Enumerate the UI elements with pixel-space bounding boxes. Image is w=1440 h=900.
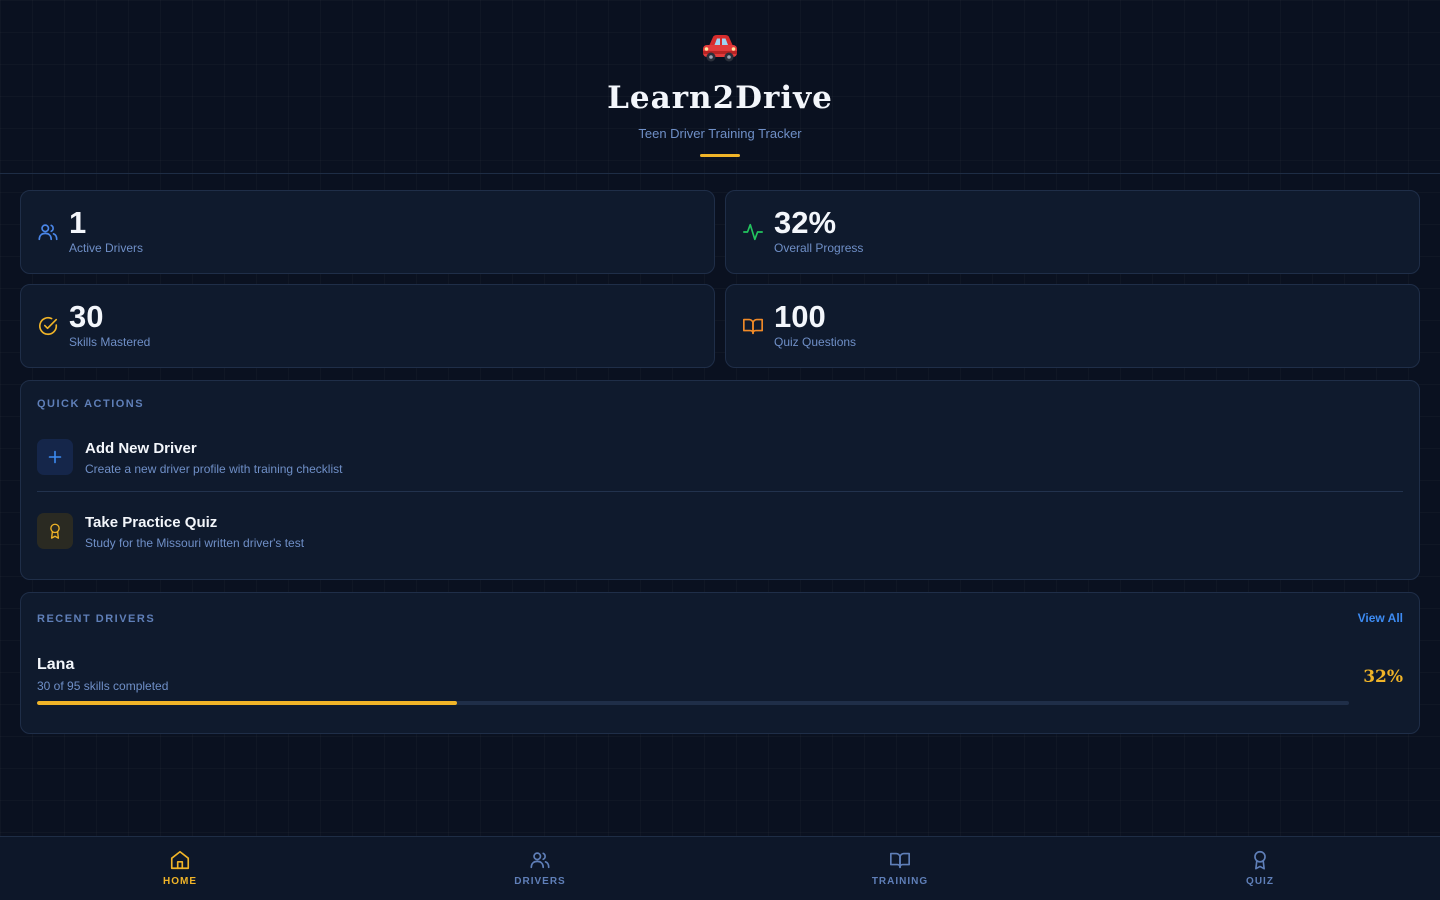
quick-actions-card: QUICK ACTIONS Add New Driver Create a ne… (20, 380, 1420, 580)
award-icon (1254, 850, 1266, 870)
stat-card-overall-progress: 32% Overall Progress (725, 190, 1420, 274)
driver-name: Lana (37, 656, 75, 673)
stat-value: 32% (774, 205, 837, 240)
divider (37, 491, 1403, 492)
nav-label: TRAINING (871, 876, 929, 887)
award-icon (50, 523, 60, 539)
nav-quiz[interactable]: QUIZ (1080, 837, 1440, 900)
driver-progress-bar (37, 701, 1349, 705)
nav-label: DRIVERS (514, 876, 566, 887)
car-icon (703, 35, 737, 62)
view-all-link[interactable]: View All (1358, 611, 1403, 625)
nav-training[interactable]: TRAINING (720, 837, 1080, 900)
app-title: Learn2Drive (607, 80, 833, 116)
home-icon (170, 850, 190, 870)
users-icon (38, 224, 58, 241)
take-practice-quiz-button[interactable]: Take Practice Quiz Study for the Missour… (37, 513, 1403, 569)
book-open-icon (890, 852, 910, 869)
bottom-nav: HOME DRIVERS TRAINING QUIZ (0, 836, 1440, 900)
nav-home[interactable]: HOME (0, 837, 360, 900)
stat-card-active-drivers: 1 Active Drivers (20, 190, 715, 274)
section-title: QUICK ACTIONS (37, 398, 145, 410)
action-title: Take Practice Quiz (85, 514, 218, 531)
stat-value: 30 (69, 299, 104, 334)
action-description: Study for the Missouri written driver's … (85, 536, 305, 550)
app-subtitle: Teen Driver Training Tracker (638, 126, 802, 141)
driver-progress-percent: 32% (1363, 667, 1403, 687)
title-underline (700, 154, 740, 157)
action-title: Add New Driver (85, 440, 197, 457)
stat-label: Quiz Questions (774, 335, 857, 349)
activity-icon (743, 223, 763, 241)
plus-icon (48, 450, 62, 464)
stat-label: Skills Mastered (69, 335, 151, 349)
book-open-icon (743, 318, 763, 335)
app-header: Learn2Drive Teen Driver Training Tracker (0, 0, 1440, 174)
recent-drivers-card: RECENT DRIVERS View All Lana 30 of 95 sk… (20, 592, 1420, 734)
section-title: RECENT DRIVERS (37, 613, 156, 625)
nav-label: HOME (163, 876, 197, 887)
action-icon-box (37, 513, 73, 549)
nav-drivers[interactable]: DRIVERS (360, 837, 720, 900)
users-icon (530, 852, 550, 869)
add-new-driver-button[interactable]: Add New Driver Create a new driver profi… (37, 439, 1403, 495)
action-description: Create a new driver profile with trainin… (85, 462, 343, 476)
nav-label: QUIZ (1246, 876, 1274, 887)
stat-value: 1 (69, 205, 87, 240)
stat-label: Active Drivers (69, 241, 144, 255)
driver-skill-count: 30 of 95 skills completed (37, 679, 169, 693)
stat-value: 100 (774, 299, 826, 334)
driver-progress-fill (37, 701, 457, 705)
stat-card-skills-mastered: 30 Skills Mastered (20, 284, 715, 368)
check-circle-icon (39, 316, 58, 336)
stat-card-quiz-questions: 100 Quiz Questions (725, 284, 1420, 368)
action-icon-box (37, 439, 73, 475)
stat-label: Overall Progress (774, 241, 864, 255)
